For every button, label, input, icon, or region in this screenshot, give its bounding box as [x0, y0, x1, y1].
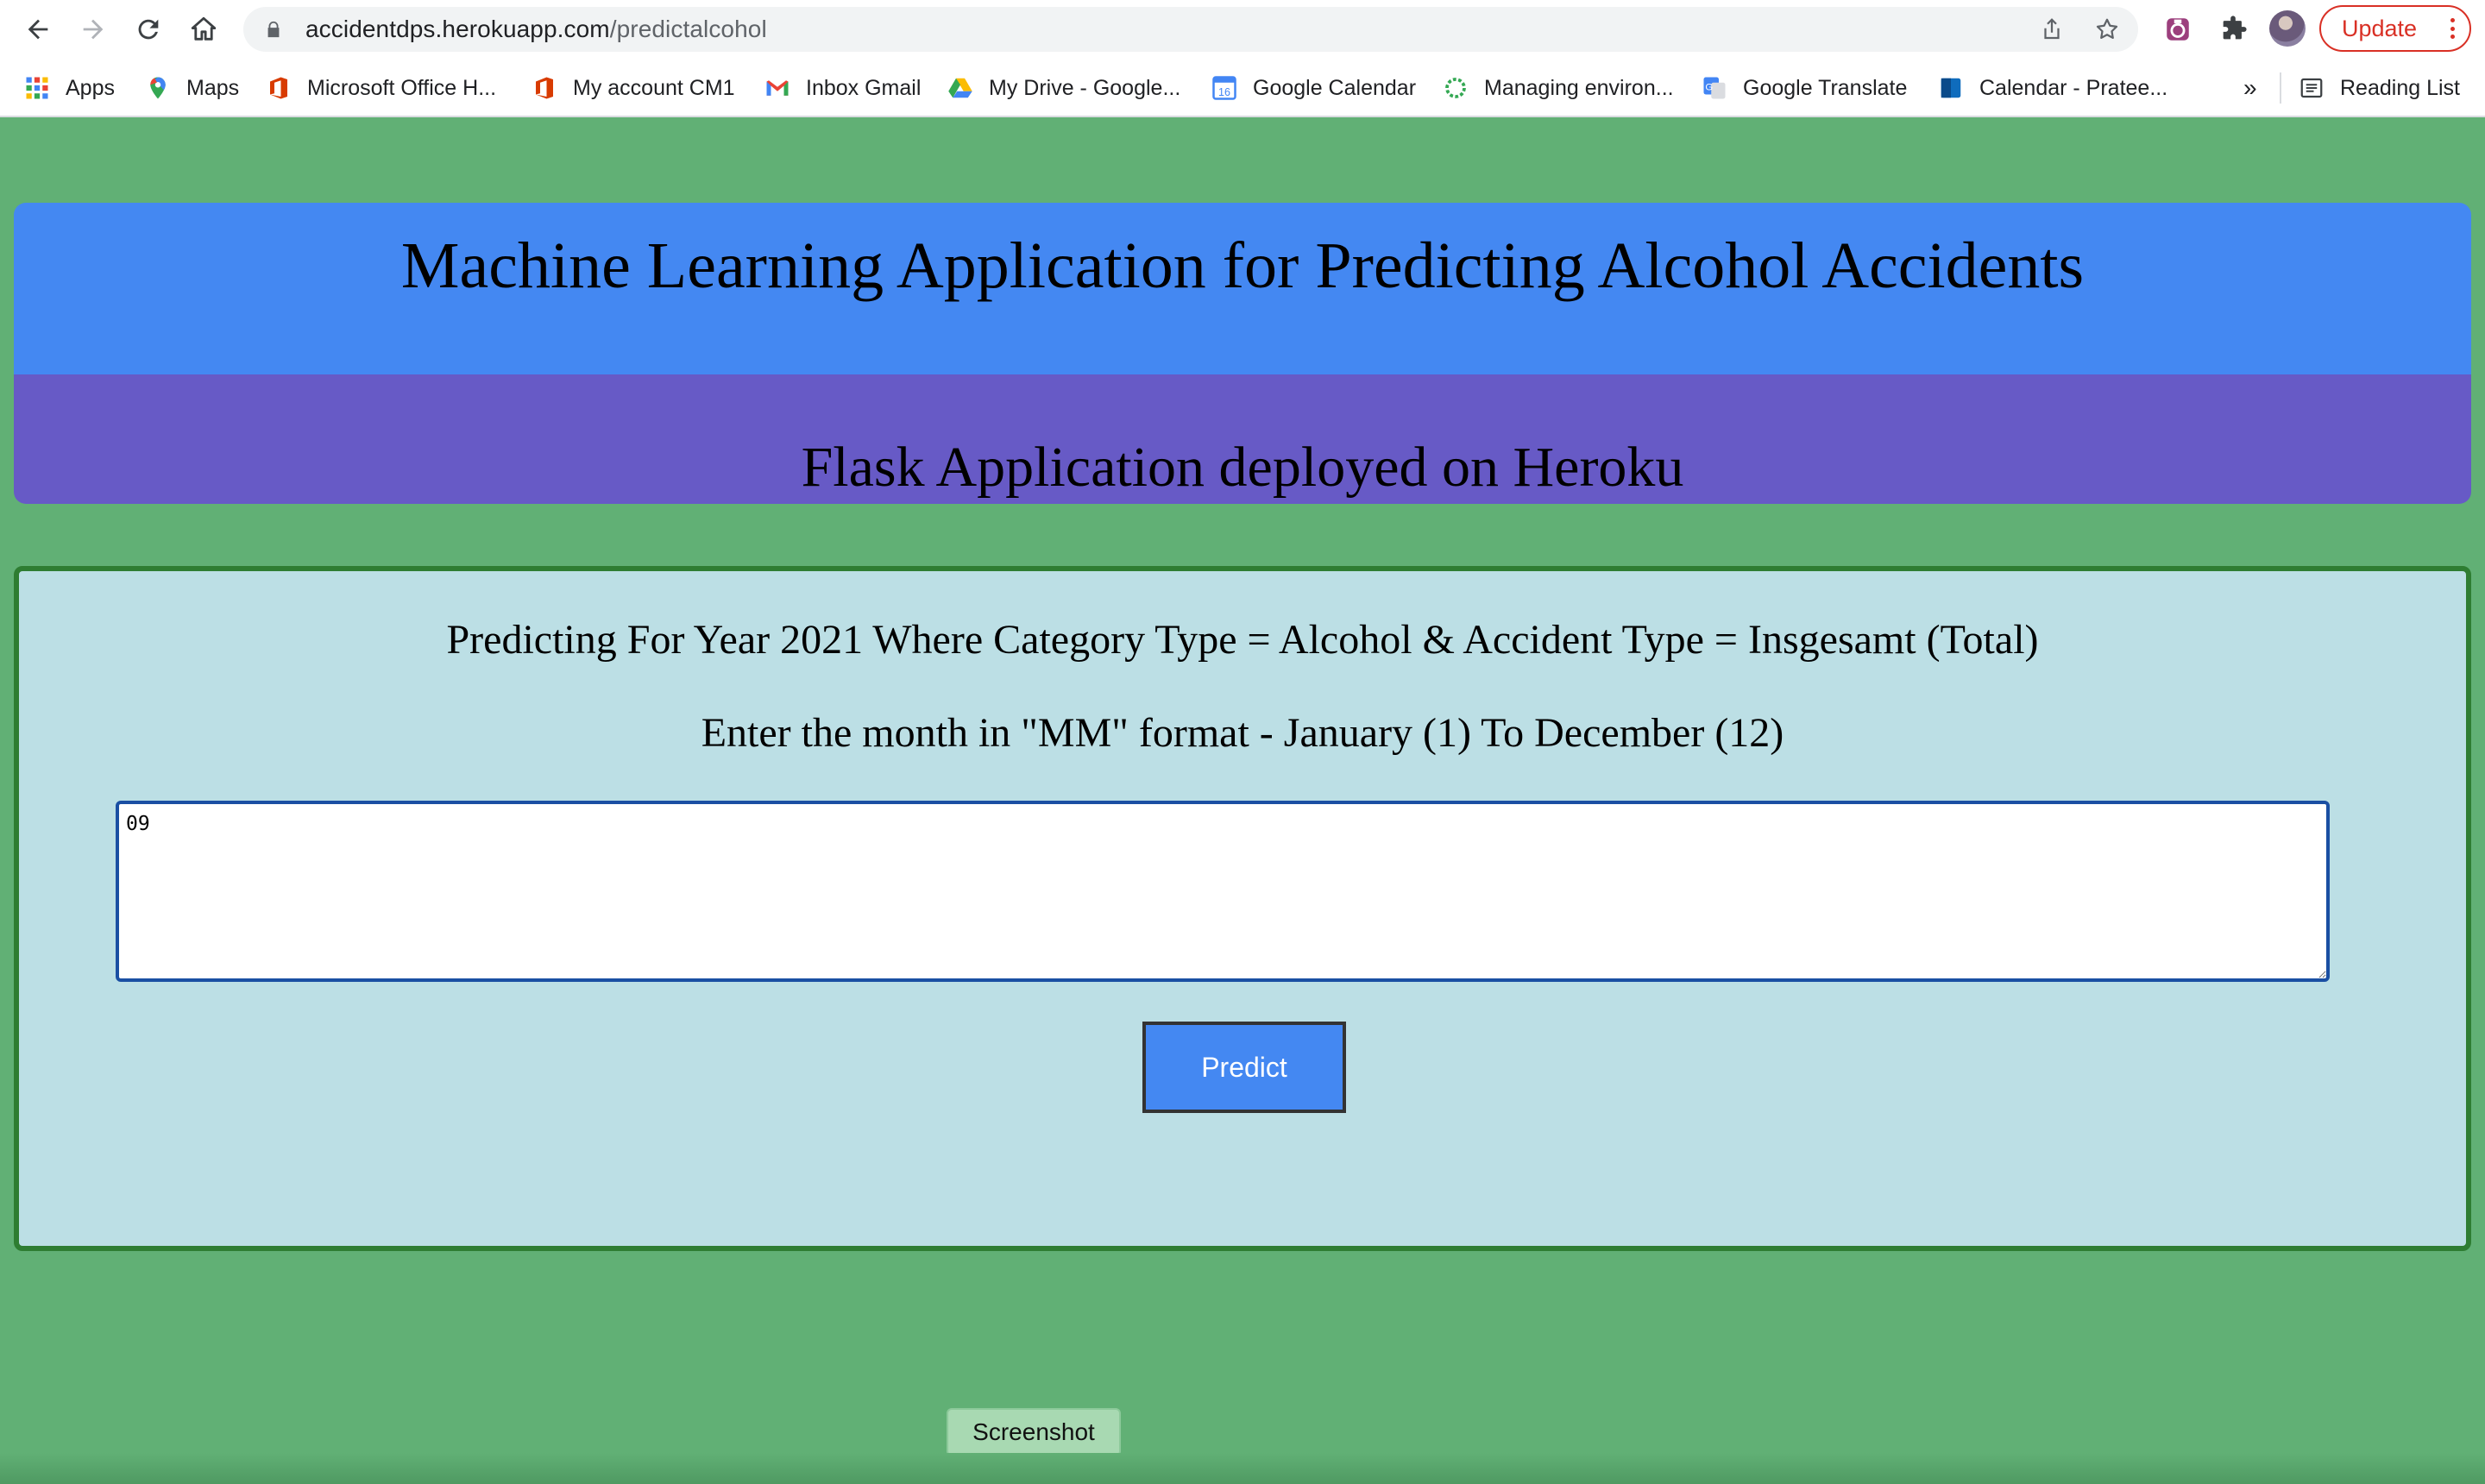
reload-button[interactable] — [129, 10, 167, 48]
bookmark-label: Managing environ... — [1484, 75, 1674, 100]
page-body: Machine Learning Application for Predict… — [0, 117, 2485, 1484]
screenshot-tooltip: Screenshot — [947, 1408, 1121, 1467]
translate-icon: G — [1702, 75, 1727, 101]
spinner-icon — [1443, 75, 1469, 101]
forward-button[interactable] — [74, 10, 112, 48]
bookmark-label: Google Calendar — [1253, 75, 1417, 100]
bookmark-my-account[interactable]: My account CM1 — [532, 71, 735, 105]
calendar-icon: 16 — [1211, 75, 1237, 101]
home-icon — [191, 16, 217, 41]
share-button[interactable] — [2033, 7, 2071, 52]
share-icon — [2044, 18, 2060, 40]
bookmark-label: My Drive - Google... — [989, 75, 1181, 100]
office-icon — [532, 75, 557, 101]
extension-screenshot-button[interactable] — [2159, 10, 2197, 48]
bookmark-label: My account CM1 — [573, 75, 735, 100]
bottom-edge — [0, 1453, 2485, 1484]
puzzle-icon — [2223, 16, 2247, 40]
reading-list-icon — [2299, 75, 2325, 101]
update-button[interactable]: Update — [2319, 5, 2471, 52]
lock-icon — [264, 20, 283, 39]
profile-avatar[interactable] — [2269, 10, 2306, 47]
bookmark-label: Calendar - Pratee... — [1979, 75, 2168, 100]
title-banner: Machine Learning Application for Predict… — [14, 203, 2471, 374]
url-path: /predictalcohol — [609, 16, 767, 42]
url-host: accidentdps.herokuapp.com — [305, 16, 610, 42]
bookmark-label: Google Translate — [1743, 75, 1908, 100]
drive-icon — [947, 75, 973, 101]
office-icon — [266, 75, 292, 101]
bookmark-label: Microsoft Office H... — [307, 75, 497, 100]
bookmark-google-translate[interactable]: G Google Translate — [1702, 71, 1907, 105]
bookmark-managing-environ[interactable]: Managing environ... — [1443, 71, 1674, 105]
reading-list-button[interactable]: Reading List — [2299, 71, 2460, 105]
bookmark-label: Maps — [186, 75, 240, 100]
bookmark-star-button[interactable] — [2088, 7, 2126, 52]
reading-list-label: Reading List — [2340, 75, 2460, 100]
bookmark-apps[interactable]: Apps — [24, 71, 115, 105]
svg-text:16: 16 — [1218, 86, 1230, 98]
forward-arrow-icon — [83, 19, 104, 40]
bookmarks-divider — [2280, 72, 2281, 104]
bookmark-google-calendar[interactable]: 16 Google Calendar — [1211, 71, 1416, 105]
bookmark-google-drive[interactable]: My Drive - Google... — [947, 71, 1180, 105]
bookmark-microsoft-office[interactable]: Microsoft Office H... — [266, 71, 496, 105]
prediction-form: Predicting For Year 2021 Where Category … — [14, 566, 2471, 1251]
url-text: accidentdps.herokuapp.com/predictalcohol — [305, 16, 767, 43]
maps-pin-icon — [145, 75, 171, 101]
month-input[interactable]: 09 — [116, 801, 2330, 982]
bookmark-maps[interactable]: Maps — [145, 71, 239, 105]
extensions-button[interactable] — [2214, 10, 2252, 48]
apps-grid-icon — [24, 75, 50, 101]
gmail-icon — [764, 75, 790, 101]
prediction-description: Predicting For Year 2021 Where Category … — [446, 617, 2039, 663]
address-bar[interactable]: accidentdps.herokuapp.com/predictalcohol — [243, 7, 2138, 52]
browser-toolbar: accidentdps.herokuapp.com/predictalcohol… — [0, 0, 2485, 59]
reload-icon — [138, 19, 159, 40]
predict-button[interactable]: Predict — [1142, 1022, 1346, 1113]
svg-text:G: G — [1705, 83, 1713, 93]
update-label: Update — [2342, 15, 2418, 41]
bookmark-label: Inbox Gmail — [806, 75, 922, 100]
star-icon — [2096, 18, 2118, 39]
page-subtitle: Flask Application deployed on Heroku — [801, 436, 1684, 499]
back-arrow-icon — [28, 19, 48, 40]
camera-extension-icon — [2167, 18, 2189, 41]
bookmark-gmail[interactable]: Inbox Gmail — [764, 71, 921, 105]
bookmarks-bar: Apps Maps Microsoft Office H... My accou… — [0, 59, 2485, 117]
more-menu-icon — [2450, 18, 2456, 39]
subtitle-banner: Flask Application deployed on Heroku — [14, 374, 2471, 504]
month-instruction: Enter the month in "MM" format - January… — [701, 710, 1784, 756]
bookmark-calendar-prateek[interactable]: Calendar - Pratee... — [1938, 71, 2167, 105]
back-button[interactable] — [19, 10, 57, 48]
page-title: Machine Learning Application for Predict… — [400, 230, 2085, 302]
home-button[interactable] — [185, 10, 223, 48]
bookmarks-overflow-button[interactable]: » — [2243, 71, 2257, 105]
bookmark-label: Apps — [66, 75, 115, 100]
outlook-calendar-icon — [1938, 75, 1964, 101]
